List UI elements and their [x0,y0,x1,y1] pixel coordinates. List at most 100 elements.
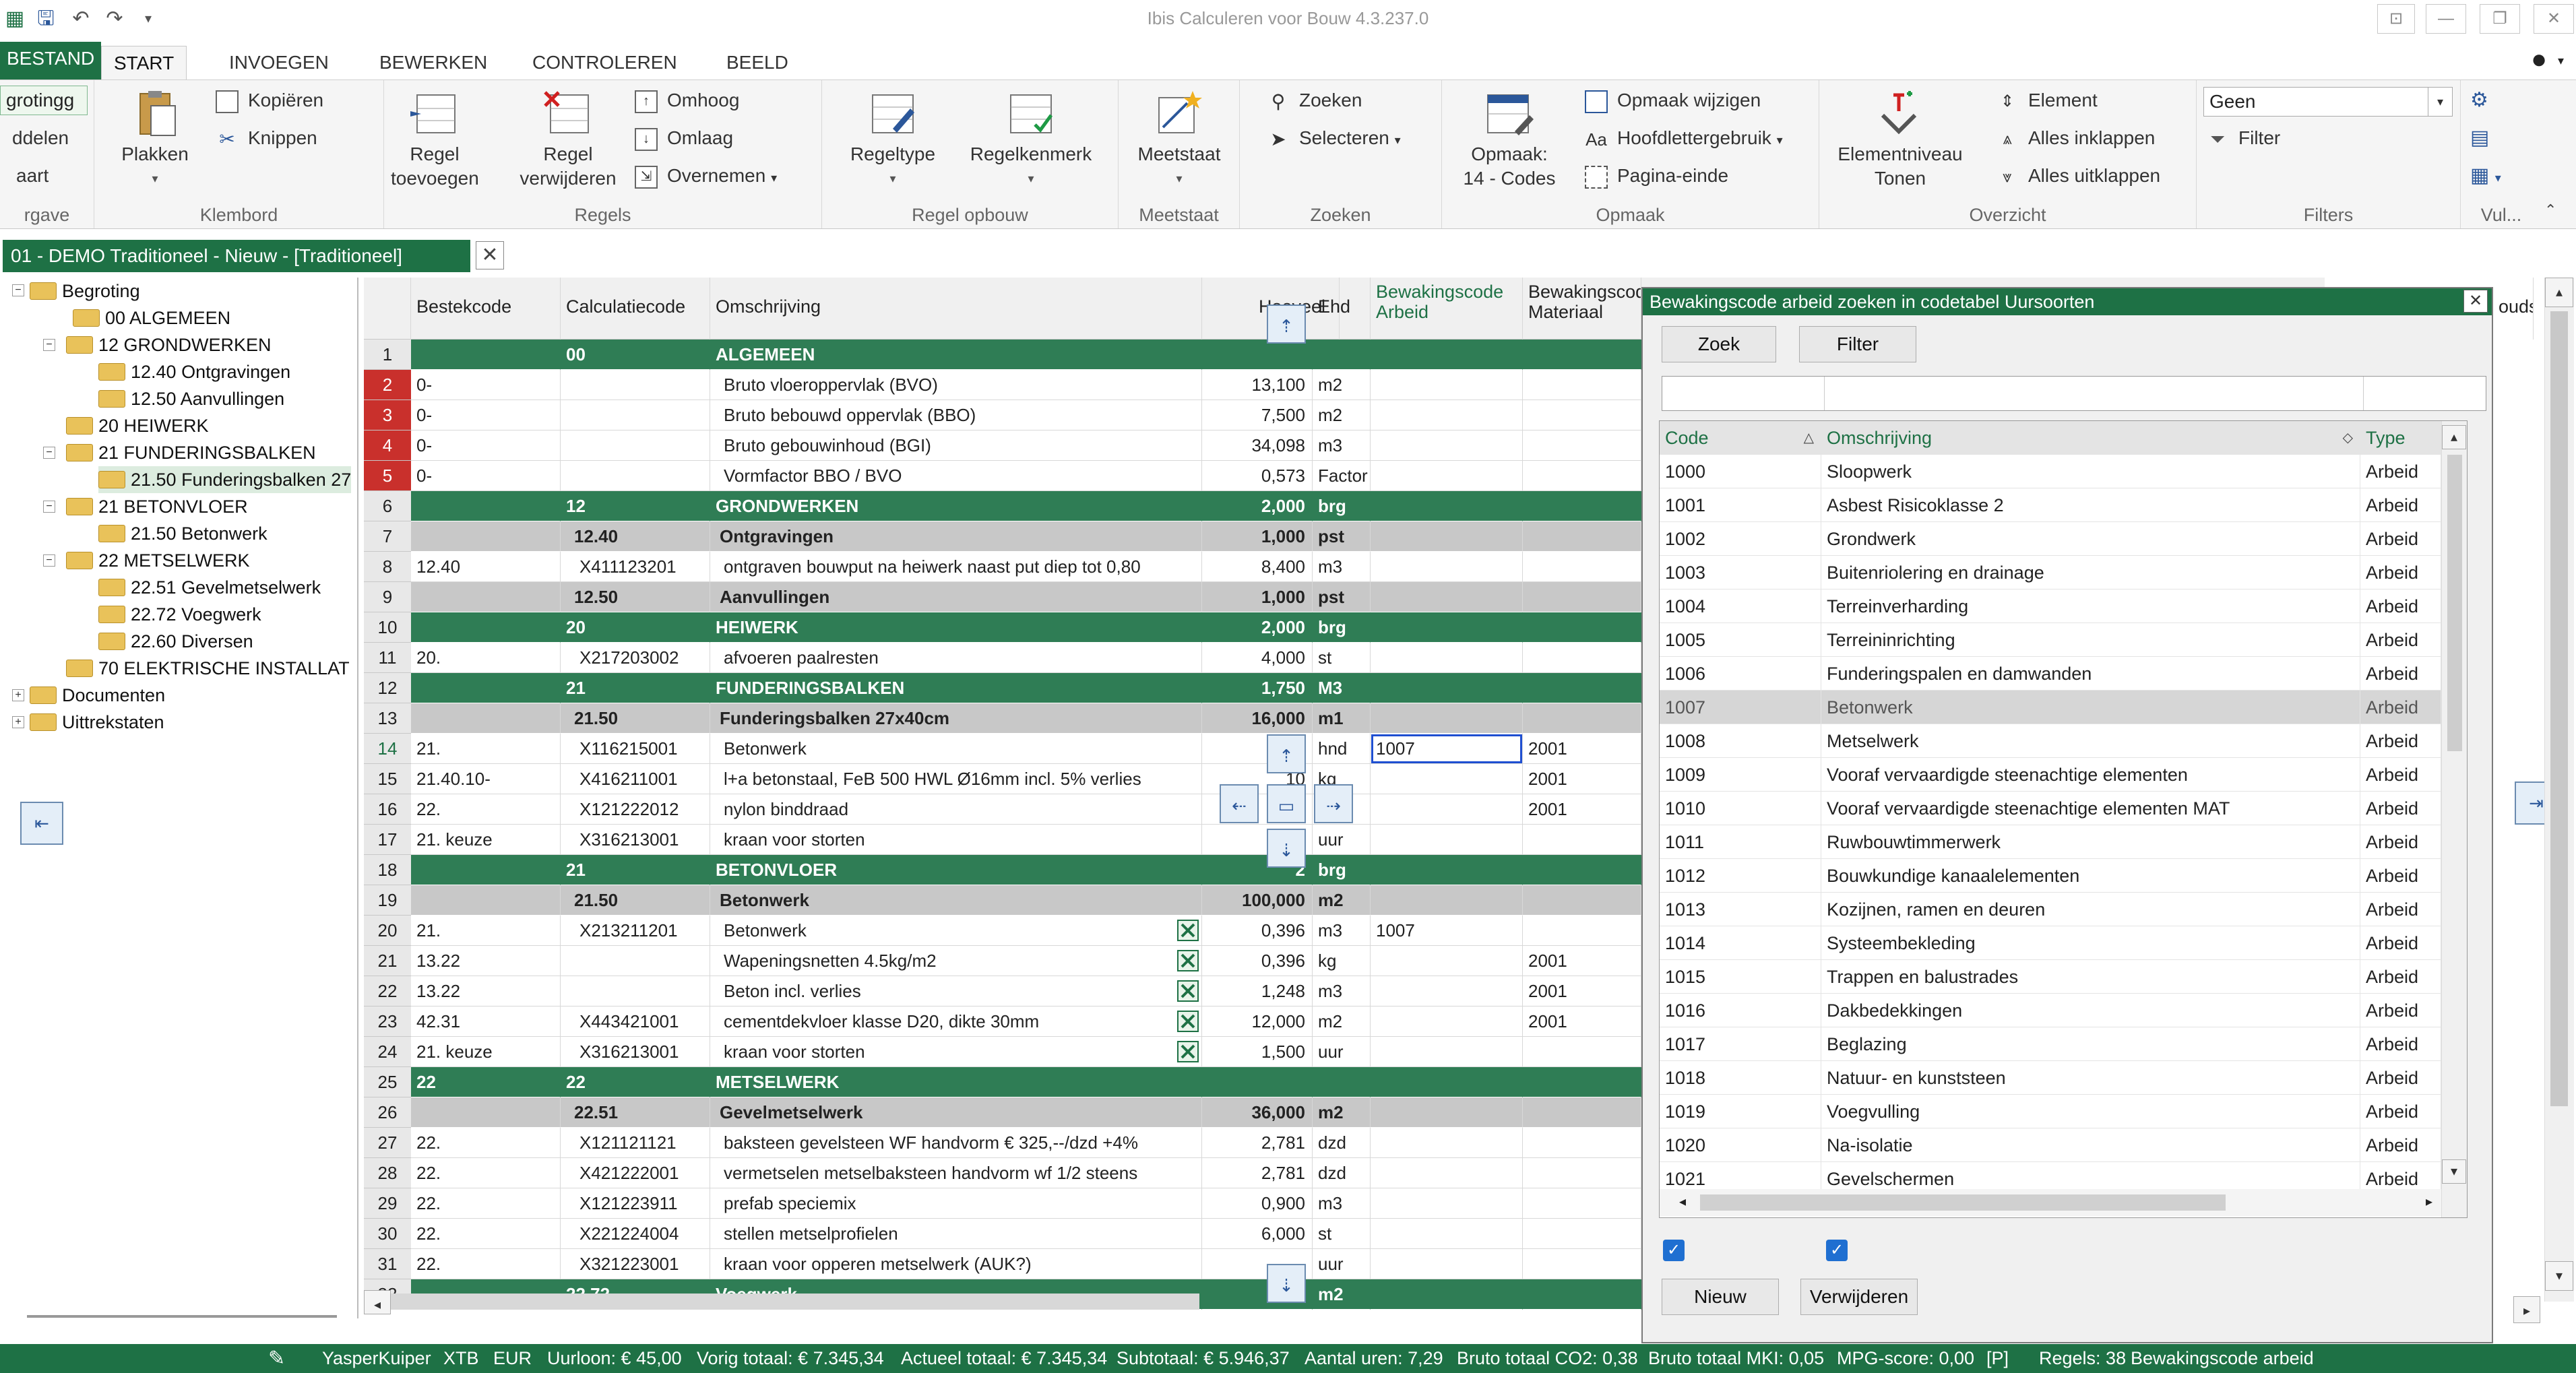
grid-scroll-down-icon[interactable]: ▾ [2545,1261,2573,1291]
cell-e[interactable]: pst [1313,521,1371,552]
excel-link-icon[interactable] [1176,1010,1199,1033]
grid-nav-right-button[interactable]: ⇢ [1314,784,1353,823]
table-row[interactable]: 31 22. X321223001 kraan voor opperen metsel… [364,1249,1641,1279]
grid-scroll-left-icon[interactable]: ◂ [364,1290,391,1314]
filter-button-dialog[interactable]: Filter [1799,326,1916,362]
select-button[interactable]: ➤ Selecteren ▾ [1267,125,1400,152]
list-item[interactable]: 1020 Na-isolatie Arbeid [1660,1128,2441,1162]
cell-h[interactable]: 100,000 [1202,885,1313,916]
cell-o[interactable]: FUNDERINGSBALKEN [710,673,1202,703]
cell-c[interactable]: 22 [561,1067,710,1097]
table-row[interactable]: 28 22. X421222001 vermetselen metselbakstee… [364,1158,1641,1188]
excel-link-icon[interactable] [1176,919,1199,942]
row-number[interactable]: 15 [364,764,411,794]
row-number[interactable]: 2 [364,370,411,400]
excel-link-icon[interactable] [1176,980,1199,1002]
cell-m[interactable]: 2001 [1523,976,1641,1007]
cell-m[interactable] [1523,1219,1641,1249]
tree-item-2150-fund[interactable]: 21.50 Funderingsbalken 27 [98,466,352,493]
table-row[interactable]: 2 0- Bruto vloeroppervlak (BVO) 13,100 m2 [364,370,1641,400]
cell-m[interactable] [1523,916,1641,946]
list-item[interactable]: 1007 Betonwerk Arbeid [1660,691,2441,724]
row-number[interactable]: 10 [364,612,411,643]
cell-e[interactable]: m2 [1313,1279,1371,1310]
collapse-ribbon-icon[interactable]: ⌃ [2544,201,2556,219]
grid-hscroll-thumb[interactable] [391,1294,1199,1310]
list-item[interactable]: 1005 Terreininrichting Arbeid [1660,623,2441,657]
cell-h[interactable]: 1,000 [1202,521,1313,552]
list-item[interactable]: 1013 Kozijnen, ramen en deuren Arbeid [1660,893,2441,926]
close-button[interactable]: ✕ [2534,4,2574,34]
cell-o[interactable]: GRONDWERKEN [710,491,1202,521]
table-row[interactable]: 10 20 HEIWERK 2,000 brg [364,612,1641,643]
table-row[interactable]: 27 22. X121121121 baksteen gevelsteen WF ha… [364,1128,1641,1158]
verwijderen-button[interactable]: Verwijderen [1800,1279,1918,1315]
row-number[interactable]: 23 [364,1007,411,1037]
cell-o[interactable]: l+a betonstaal, FeB 500 HWL Ø16mm incl. … [710,764,1202,794]
cell-o[interactable]: Gevelmetselwerk [710,1097,1202,1128]
row-number[interactable]: 20 [364,916,411,946]
cell-o[interactable]: Bruto vloeroppervlak (BVO) [710,370,1202,400]
cell-a[interactable] [1371,340,1523,370]
list-item[interactable]: 1017 Beglazing Arbeid [1660,1027,2441,1061]
cell-a[interactable] [1371,1037,1523,1067]
cell-b[interactable]: 22. [411,1249,561,1279]
grid-scroll-right-icon[interactable]: ▸ [2513,1296,2540,1323]
tree-item-21-beton[interactable]: 21 BETONVLOER [66,493,248,520]
grid-nav-up2-button[interactable]: ⇡ [1267,734,1306,773]
row-number[interactable]: 24 [364,1037,411,1067]
col-bewaking-materiaal[interactable]: Bewakingscode Materiaal [1523,278,1641,340]
cell-h[interactable] [1202,340,1313,370]
cell-h[interactable] [1202,1067,1313,1097]
cell-b[interactable] [411,673,561,703]
cell-e[interactable]: m3 [1313,916,1371,946]
cell-m[interactable]: 2001 [1523,794,1641,825]
calculator-icon[interactable]: ▤ [2470,125,2489,152]
tree-collapse-icon[interactable]: − [43,554,55,567]
cell-a[interactable] [1371,855,1523,885]
table-row[interactable]: 8 12.40 X411123201 ontgraven bouwput na hei… [364,552,1641,582]
cell-a[interactable] [1371,764,1523,794]
table-row[interactable]: 18 21 BETONVLOER 2 brg [364,855,1641,885]
meetstaat-button[interactable]: Meetstaat ▾ [1125,88,1233,191]
cell-o[interactable]: Betonwerk [710,885,1202,916]
begroting-combo[interactable]: grotingg [0,86,88,115]
cell-e[interactable]: m1 [1313,703,1371,734]
cell-a[interactable] [1371,825,1523,855]
cell-e[interactable]: pst [1313,582,1371,612]
cell-a[interactable] [1371,612,1523,643]
cell-o[interactable]: METSELWERK [710,1067,1202,1097]
cell-m[interactable] [1523,855,1641,885]
row-number[interactable]: 22 [364,976,411,1007]
move-down-button[interactable]: ↓ Omlaag [635,125,733,152]
cell-c[interactable]: 21 [561,855,710,885]
cell-b[interactable] [411,582,561,612]
cell-e[interactable] [1313,1067,1371,1097]
cell-m[interactable] [1523,370,1641,400]
row-number[interactable]: 18 [364,855,411,885]
list-item[interactable]: 1012 Bouwkundige kanaalelementen Arbeid [1660,859,2441,893]
cell-h[interactable]: 12,000 [1202,1007,1313,1037]
filter-combo[interactable]: Geen ▾ [2203,87,2453,117]
cell-c[interactable]: X321223001 [561,1249,710,1279]
cell-e[interactable]: m2 [1313,1007,1371,1037]
cell-h[interactable]: 2,781 [1202,1128,1313,1158]
tree-item-2251[interactable]: 22.51 Gevelmetselwerk [98,574,321,601]
cell-c[interactable]: 12 [561,491,710,521]
col-bewaking-arbeid[interactable]: Bewakingscode Arbeid [1371,278,1523,340]
cell-a[interactable] [1371,430,1523,461]
cell-c[interactable]: X116215001 [561,734,710,764]
tree-item-20[interactable]: 20 HEIWERK [66,412,209,439]
paste-button[interactable]: Plakken ▾ [115,88,195,191]
cell-c[interactable]: X443421001 [561,1007,710,1037]
table-row[interactable]: 22 13.22 Beton incl. verlies 1,248 m3 2001 [364,976,1641,1007]
cell-a[interactable] [1371,491,1523,521]
row-number[interactable]: 30 [364,1219,411,1249]
cell-e[interactable]: brg [1313,612,1371,643]
search-input-row[interactable] [1662,376,2486,411]
cell-c[interactable] [561,461,710,491]
row-number[interactable]: 14 [364,734,411,764]
table-row[interactable]: 11 20. X217203002 afvoeren paalresten 4,000 s… [364,643,1641,673]
cell-e[interactable]: dzd [1313,1158,1371,1188]
cell-b[interactable]: 22. [411,1128,561,1158]
